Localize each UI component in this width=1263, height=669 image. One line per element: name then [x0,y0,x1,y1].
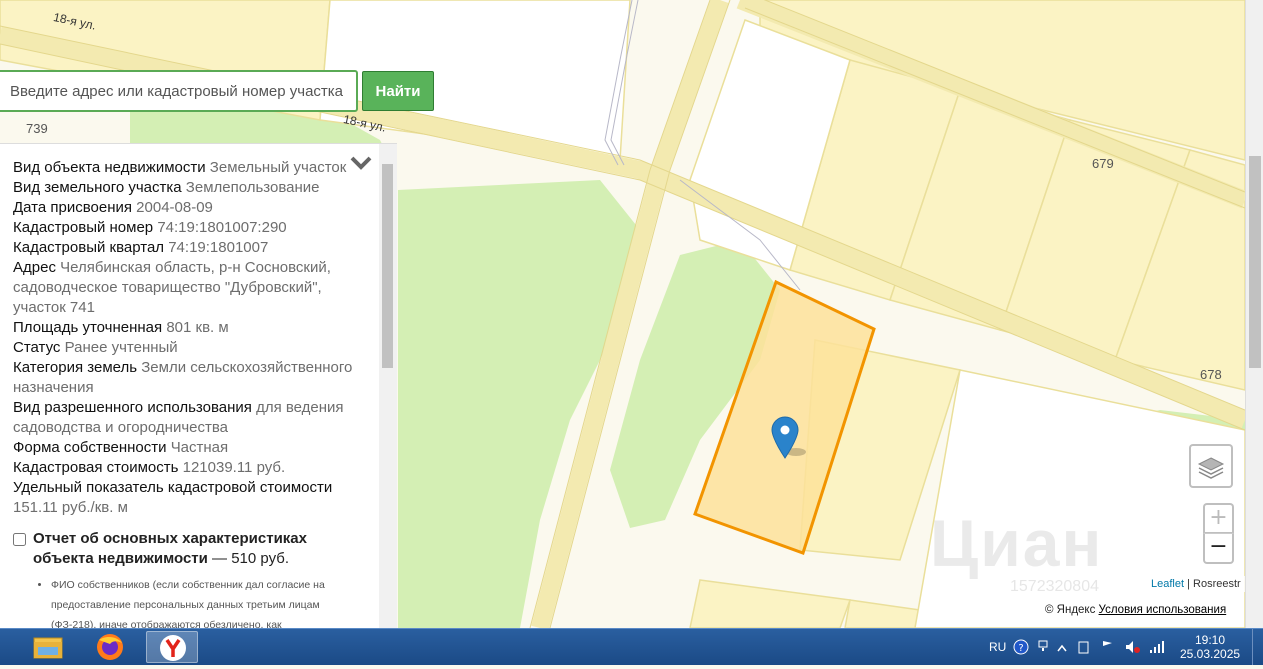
property-label: Площадь уточненная [13,319,163,336]
watermark-id: 1572320804 [1010,578,1099,595]
system-clock[interactable]: 19:10 25.03.2025 [1180,633,1240,661]
report-checkbox[interactable] [13,533,26,546]
terms-link[interactable]: Условия использования [1099,604,1227,616]
yandex-browser-button[interactable] [146,631,198,663]
volume-muted-icon[interactable] [1125,640,1141,654]
leaflet-link[interactable]: Leaflet [1151,578,1184,590]
window-scrollbar[interactable] [1245,0,1263,628]
wifi-icon[interactable] [1149,640,1165,654]
property-row: Вид объекта недвижимости Земельный участ… [13,158,363,178]
property-row: Категория земель Земли сельскохозяйствен… [13,358,363,398]
property-value: Земельный участок [209,159,347,176]
firefox-icon [97,634,123,660]
property-details: Вид объекта недвижимости Земельный участ… [13,158,363,518]
property-value: 151.11 руб./кв. м [13,499,128,516]
property-label: Категория земель [13,359,138,376]
layers-icon [1197,457,1225,479]
taskbar: RU ? 19:10 25.03.2025 [0,628,1263,665]
map-attribution: Leaflet | Rosreestr [1147,576,1245,592]
layers-button[interactable] [1189,444,1233,488]
yandex-browser-icon [160,635,186,661]
property-label: Дата присвоения [13,199,132,216]
network-icon[interactable] [1037,639,1051,653]
property-label: Форма собственности [13,439,167,456]
property-value: 2004-08-09 [136,199,213,216]
window-scrollbar-thumb[interactable] [1249,156,1261,368]
watermark: Циан [930,506,1104,580]
property-label: Удельный показатель кадастровой стоимост… [13,479,333,496]
property-value: 74:19:1801007 [168,239,269,256]
panel-scrollbar[interactable] [379,144,397,629]
chevron-up-icon[interactable] [1057,644,1067,652]
property-value: Частная [170,439,229,456]
yandex-copyright: © Яндекс [1045,604,1099,616]
property-value: Ранее учтенный [64,339,178,356]
property-row: Вид земельного участка Землепользование [13,178,363,198]
property-label: Кадастровый квартал [13,239,165,256]
property-value: Челябинская область, р-н Сосновский, сад… [13,259,331,316]
property-label: Вид земельного участка [13,179,182,196]
property-value: Землепользование [185,179,320,196]
info-panel: Вид объекта недвижимости Земельный участ… [0,143,397,629]
property-row: Удельный показатель кадастровой стоимост… [13,478,363,518]
system-tray: RU ? [985,631,1185,663]
yandex-attribution: © Яндекс Условия использования [1040,602,1232,619]
help-icon[interactable]: ? [1013,639,1029,655]
property-label: Статус [13,339,61,356]
search-input[interactable] [0,70,358,112]
svg-text:?: ? [1018,643,1023,654]
zoom-out-button[interactable]: − [1203,533,1234,564]
search-button[interactable]: Найти [362,71,434,111]
file-explorer-button[interactable] [22,631,74,663]
language-indicator[interactable]: RU [989,640,1006,654]
property-row: Кадастровая стоимость 121039.11 руб. [13,458,363,478]
clipboard-icon[interactable] [1077,640,1091,654]
panel-scrollbar-thumb[interactable] [382,164,393,368]
property-label: Кадастровый номер [13,219,154,236]
property-label: Адрес [13,259,56,276]
property-value: 801 кв. м [166,319,229,336]
property-row: Кадастровый номер 74:19:1801007:290 [13,218,363,238]
property-row: Кадастровый квартал 74:19:1801007 [13,238,363,258]
property-label: Вид объекта недвижимости [13,159,206,176]
zoom-in-button[interactable]: + [1203,503,1234,534]
property-value: 74:19:1801007:290 [157,219,287,236]
property-row: Дата присвоения 2004-08-09 [13,198,363,218]
attribution-separator: | [1184,578,1194,590]
property-row: Форма собственности Частная [13,438,363,458]
report-price: — 510 руб. [207,550,290,567]
firefox-button[interactable] [84,631,136,663]
parcel-number-label: 679 [1092,156,1114,171]
clock-time: 19:10 [1194,633,1226,647]
property-value: 121039.11 руб. [182,459,286,476]
folder-icon [33,637,63,659]
flag-icon[interactable] [1101,640,1115,654]
parcel-number-label: 678 [1200,367,1222,382]
property-label: Вид разрешенного использования [13,399,252,416]
show-desktop-button[interactable] [1252,629,1263,665]
report-note: ФИО собственников (если собственник дал … [51,575,363,629]
property-row: Вид разрешенного использования для веден… [13,398,363,438]
property-row: Статус Ранее учтенный [13,338,363,358]
clock-date: 25.03.2025 [1180,647,1241,661]
parcel-number-label: 739 [26,121,48,136]
property-row: Площадь уточненная 801 кв. м [13,318,363,338]
report-option: Отчет об основных характеристиках объект… [13,529,363,629]
attribution-source: Rosreestr [1193,578,1241,590]
property-row: Адрес Челябинская область, р-н Сосновски… [13,258,363,318]
property-label: Кадастровая стоимость [13,459,179,476]
